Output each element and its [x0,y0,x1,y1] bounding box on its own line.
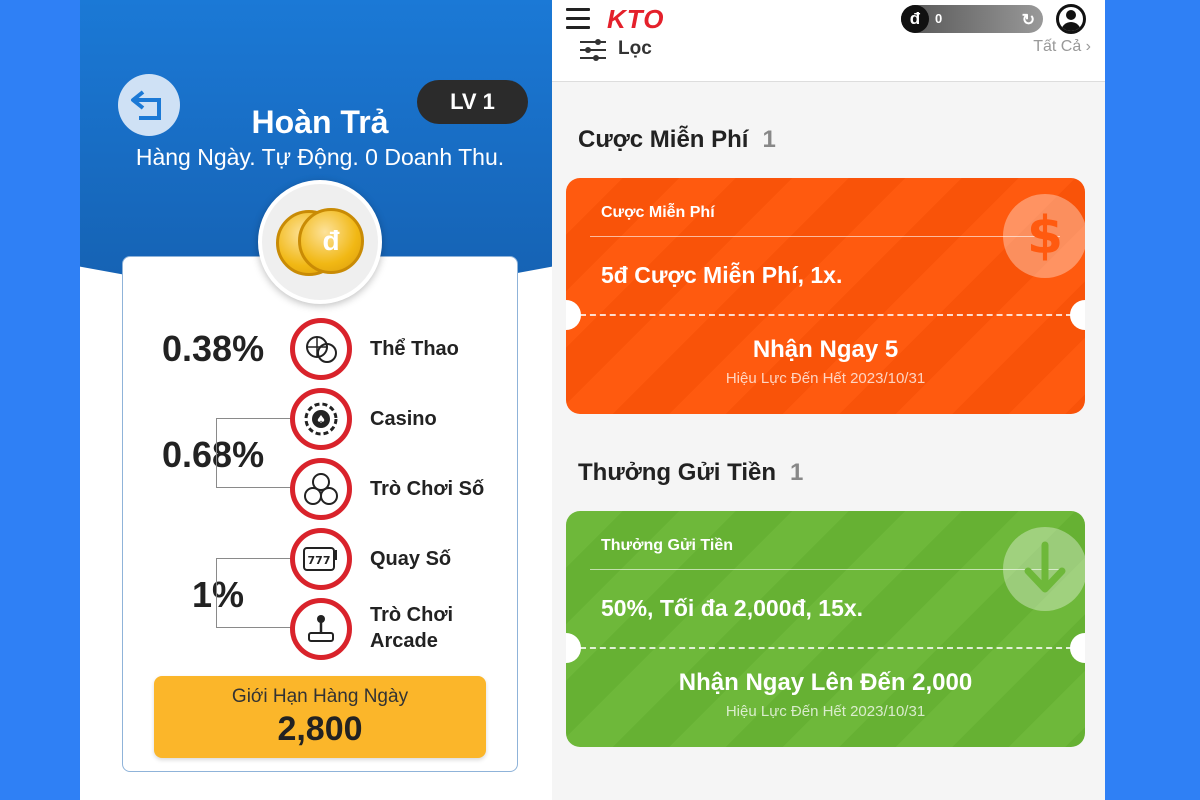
category-lottery-label: Trò Chơi Số [370,478,485,500]
dollar-icon: $ [1003,194,1085,278]
top-bar: KTO đ 0 ↻ [552,0,1105,40]
joystick-icon [290,598,352,660]
casino-chip-icon: ♠ [290,388,352,450]
slot-machine-icon: 777 [290,528,352,590]
ticket-notch [1070,633,1085,663]
rebate-panel: LV 1 Hoàn Trả Hàng Ngày. Tự Động. 0 Doan… [80,0,552,800]
dong-currency-icon: đ [901,5,929,33]
filter-icon[interactable] [578,38,608,62]
free-bet-ticket[interactable]: Cược Miễn Phí $ 5đ Cược Miễn Phí, 1x. Nh… [566,178,1085,414]
user-avatar-icon[interactable] [1056,4,1086,34]
refresh-icon[interactable]: ↻ [1022,10,1035,30]
dong-coin-icon: đ [298,208,364,274]
promotions-panel: KTO đ 0 ↻ Lọc Tất Cả › Cược Miễn Phí 1 Cư… [552,0,1105,800]
filter-bar: Lọc Tất Cả › [552,38,1105,82]
wallet-balance[interactable]: đ 0 ↻ [901,5,1043,33]
rate-sports: 0.38% [162,328,265,369]
ticket-claim-label[interactable]: Nhận Ngay 5 [566,336,1085,364]
page-title: Hoàn Trả [251,104,389,140]
deposit-bonus-ticket[interactable]: Thưởng Gửi Tiền 50%, Tối đa 2,000đ, 15x.… [566,511,1085,747]
bracket-line [216,558,292,628]
daily-limit-box: Giới Hạn Hàng Ngày 2,800 [154,676,486,758]
ticket-notch [1070,300,1085,330]
section-title-text: Thưởng Gửi Tiền [578,459,777,486]
ticket-notch [566,300,581,330]
category-arcade-label-line2: Arcade [370,630,438,652]
category-sports-label: Thể Thao [370,338,459,360]
section-free-bet-title: Cược Miễn Phí 1 [578,126,776,154]
menu-icon[interactable] [566,8,590,30]
brand-logo[interactable]: KTO [607,4,664,35]
daily-limit-value: 2,800 [277,710,363,748]
sports-ball-icon [290,318,352,380]
balance-value: 0 [935,11,943,26]
ticket-perforation [580,314,1072,316]
ticket-validity: Hiệu Lực Đến Hết 2023/10/31 [725,370,926,387]
ticket-description: 50%, Tối đa 2,000đ, 15x. [601,595,864,621]
daily-limit-label: Giới Hạn Hàng Ngày [231,686,409,707]
ticket-description: 5đ Cược Miễn Phí, 1x. [601,262,843,288]
svg-text:777: 777 [308,554,331,567]
section-count: 1 [762,126,776,153]
filter-all-label: Tất Cả [1033,38,1082,55]
filter-label[interactable]: Lọc [618,38,652,60]
section-title-text: Cược Miễn Phí [578,126,749,153]
category-arcade-label: Trò Chơi Arcade [370,602,453,654]
section-count: 1 [790,459,804,486]
category-slots-label: Quay Số [370,548,452,570]
section-deposit-bonus-title: Thưởng Gửi Tiền 1 [578,459,803,487]
coin-emblem: đ [258,180,382,304]
ticket-category: Thưởng Gửi Tiền [601,537,734,554]
category-casino-label: Casino [370,408,437,430]
ticket-category: Cược Miễn Phí [601,204,715,221]
bracket-line [216,418,292,488]
svg-text:♠: ♠ [316,413,326,426]
ticket-divider [590,569,1060,570]
lottery-balls-icon [290,458,352,520]
arrow-down-icon [1003,527,1085,611]
ticket-perforation [580,647,1072,649]
category-arcade-label-line1: Trò Chơi [370,604,454,626]
ticket-notch [566,633,581,663]
ticket-claim-label[interactable]: Nhận Ngay Lên Đến 2,000 [566,669,1085,697]
filter-all-link[interactable]: Tất Cả › [1033,38,1091,56]
page-subtitle: Hàng Ngày. Tự Động. 0 Doanh Thu. [135,144,505,170]
ticket-validity: Hiệu Lực Đến Hết 2023/10/31 [725,703,926,720]
ticket-divider [590,236,1060,237]
